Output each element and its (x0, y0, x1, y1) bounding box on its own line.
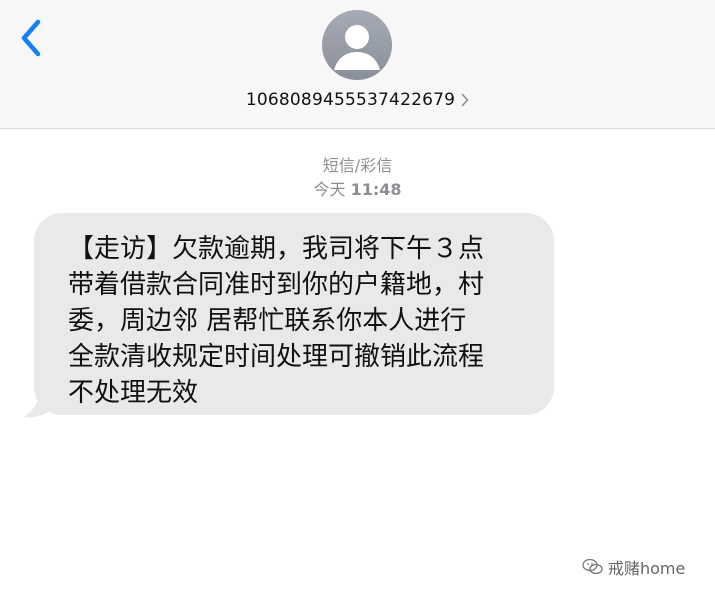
watermark-text: 戒赌home (608, 559, 686, 578)
person-icon (334, 25, 380, 70)
timestamp-day: 今天 (313, 180, 346, 199)
watermark: 戒赌home (582, 556, 685, 578)
conversation-header: 1068089455537422679 (0, 0, 715, 129)
chevron-right-icon (461, 93, 469, 107)
message-text: 【走访】欠款逾期，我司将下午３点 带着借款合同准时到你的户籍地，村 委，周边邻 … (68, 234, 485, 408)
timestamp-time: 11:48 (350, 180, 402, 199)
contact-details-link[interactable]: 1068089455537422679 (0, 88, 715, 112)
avatar[interactable] (322, 10, 392, 80)
message-timestamp: 今天 11:48 (0, 176, 715, 200)
message-type-label: 短信/彩信 (322, 156, 393, 175)
wechat-icon (582, 558, 603, 575)
chevron-left-icon (21, 19, 41, 57)
message-bubble[interactable]: 【走访】欠款逾期，我司将下午３点 带着借款合同准时到你的户籍地，村 委，周边邻 … (22, 213, 562, 418)
back-button[interactable] (16, 16, 50, 60)
contact-number: 1068089455537422679 (245, 90, 456, 110)
